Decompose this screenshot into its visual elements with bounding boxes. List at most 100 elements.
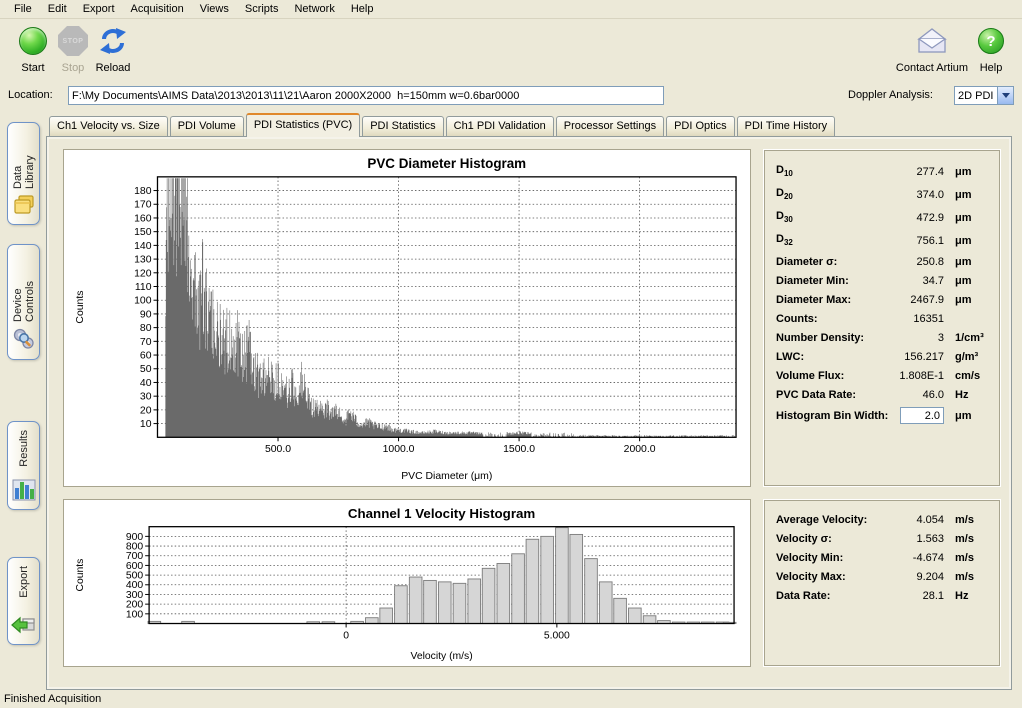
svg-text:120: 120 (134, 268, 152, 279)
stat-unit: m/s (944, 514, 988, 526)
svg-text:100: 100 (134, 296, 152, 307)
reload-button[interactable]: Reload (84, 24, 142, 74)
svg-text:Velocity (m/s): Velocity (m/s) (410, 651, 472, 662)
stat-row: D30472.9μm (776, 206, 988, 229)
stat-row: D20374.0μm (776, 183, 988, 206)
menu-item-views[interactable]: Views (192, 1, 237, 17)
tab-pdi-statistics[interactable]: PDI Statistics (362, 116, 443, 136)
sidebar-item-export[interactable]: Export (7, 557, 40, 645)
tab-ch1-pdi-validation[interactable]: Ch1 PDI Validation (446, 116, 554, 136)
location-input[interactable] (68, 86, 664, 105)
svg-text:PVC Diameter (μm): PVC Diameter (μm) (401, 471, 492, 482)
menu-item-file[interactable]: File (6, 1, 40, 17)
stat-value: 756.1 (882, 235, 944, 247)
svg-text:1000.0: 1000.0 (383, 444, 415, 455)
svg-text:1500.0: 1500.0 (503, 444, 535, 455)
stat-row: Average Velocity:4.054m/s (776, 510, 988, 529)
stat-label: Velocity Max: (776, 571, 882, 583)
svg-text:130: 130 (134, 255, 152, 266)
menu-bar: FileEditExportAcquisitionViewsScriptsNet… (0, 0, 1022, 19)
toolbar: Start STOP Stop Reload Contact Artium ? … (0, 20, 1022, 82)
tab-pdi-time-history[interactable]: PDI Time History (737, 116, 836, 136)
svg-text:20: 20 (140, 405, 152, 416)
sidebar-item-results[interactable]: Results (7, 421, 40, 510)
svg-text:90: 90 (140, 309, 152, 320)
svg-text:Counts: Counts (75, 559, 86, 592)
svg-text:200: 200 (126, 600, 144, 611)
stat-value: -4.674 (882, 552, 944, 564)
svg-text:100: 100 (126, 609, 144, 620)
sidebar: Data Library Device Controls Results Export (0, 112, 46, 692)
help-button[interactable]: ? Help (968, 24, 1014, 74)
sidebar-item-label: Export (18, 566, 30, 598)
menu-item-acquisition[interactable]: Acquisition (123, 1, 192, 17)
sidebar-item-label: Data Library (12, 131, 36, 189)
stat-label: D10 (776, 164, 882, 178)
stat-value: 1.563 (882, 533, 944, 545)
export-icon (11, 614, 37, 639)
stat-value: 16351 (882, 313, 944, 325)
histogram-bin-width-input[interactable] (900, 407, 944, 424)
main-content: Ch1 Velocity vs. SizePDI VolumePDI Stati… (46, 112, 1014, 690)
stat-row: Velocity σ:1.563m/s (776, 529, 988, 548)
velocity-stats-panel: Average Velocity:4.054m/sVelocity σ:1.56… (763, 499, 1001, 667)
bar-chart-icon (12, 479, 36, 504)
svg-text:70: 70 (140, 337, 152, 348)
stat-value: 277.4 (882, 166, 944, 178)
tab-pdi-optics[interactable]: PDI Optics (666, 116, 735, 136)
velocity-histogram-chart: Channel 1 Velocity Histogram100200300400… (63, 499, 751, 667)
stat-value: 156.217 (882, 351, 944, 363)
stat-label: Volume Flux: (776, 370, 882, 382)
svg-text:60: 60 (140, 351, 152, 362)
stat-row: Diameter Min:34.7μm (776, 271, 988, 290)
sidebar-item-device-controls[interactable]: Device Controls (7, 244, 40, 360)
svg-text:700: 700 (126, 551, 144, 562)
svg-text:Channel 1 Velocity Histogram: Channel 1 Velocity Histogram (348, 506, 536, 521)
stat-row: D10277.4μm (776, 160, 988, 183)
stat-label: Counts: (776, 313, 882, 325)
stat-unit: μm (944, 235, 988, 247)
svg-text:800: 800 (126, 542, 144, 553)
svg-text:0: 0 (343, 630, 349, 641)
svg-text:150: 150 (134, 227, 152, 238)
svg-text:5.000: 5.000 (544, 630, 570, 641)
tab-pdi-volume[interactable]: PDI Volume (170, 116, 244, 136)
svg-text:900: 900 (126, 532, 144, 543)
stat-label: Average Velocity: (776, 514, 882, 526)
svg-text:40: 40 (140, 378, 152, 389)
tab-ch1-velocity-vs-size[interactable]: Ch1 Velocity vs. Size (49, 116, 168, 136)
doppler-analysis-label: Doppler Analysis: (848, 89, 933, 101)
svg-text:2000.0: 2000.0 (624, 444, 656, 455)
stat-label: Diameter Min: (776, 275, 882, 287)
stat-unit: g/m³ (944, 351, 988, 363)
dropdown-button[interactable] (997, 87, 1013, 104)
stat-value: 374.0 (882, 189, 944, 201)
stat-label: LWC: (776, 351, 882, 363)
tab-pdi-statistics-pvc-[interactable]: PDI Statistics (PVC) (246, 113, 360, 137)
contact-artium-button[interactable]: Contact Artium (892, 24, 972, 74)
stat-row: Volume Flux:1.808E-1cm/s (776, 366, 988, 385)
stat-label: PVC Data Rate: (776, 389, 882, 401)
location-label: Location: (8, 89, 53, 101)
stat-unit: Hz (944, 389, 988, 401)
chevron-down-icon (1002, 93, 1010, 98)
menu-item-help[interactable]: Help (343, 1, 382, 17)
menu-item-export[interactable]: Export (75, 1, 123, 17)
stat-row: LWC:156.217g/m³ (776, 347, 988, 366)
doppler-analysis-dropdown[interactable]: 2D PDI (954, 86, 1014, 105)
tab-processor-settings[interactable]: Processor Settings (556, 116, 664, 136)
stat-unit: μm (944, 275, 988, 287)
start-icon (19, 27, 47, 55)
stat-label: D30 (776, 210, 882, 224)
help-button-label: Help (968, 62, 1014, 74)
tab-page-pdi-statistics-pvc: PVC Diameter Histogram102030405060708090… (46, 136, 1012, 690)
sidebar-item-data-library[interactable]: Data Library (7, 122, 40, 225)
menu-item-edit[interactable]: Edit (40, 1, 75, 17)
stat-unit: m/s (944, 571, 988, 583)
menu-item-scripts[interactable]: Scripts (237, 1, 287, 17)
stat-unit: Hz (944, 590, 988, 602)
stat-unit: μm (944, 294, 988, 306)
stat-unit: m/s (944, 533, 988, 545)
pvc-stats-panel: D10277.4μmD20374.0μmD30472.9μmD32756.1μm… (763, 149, 1001, 487)
menu-item-network[interactable]: Network (286, 1, 342, 17)
